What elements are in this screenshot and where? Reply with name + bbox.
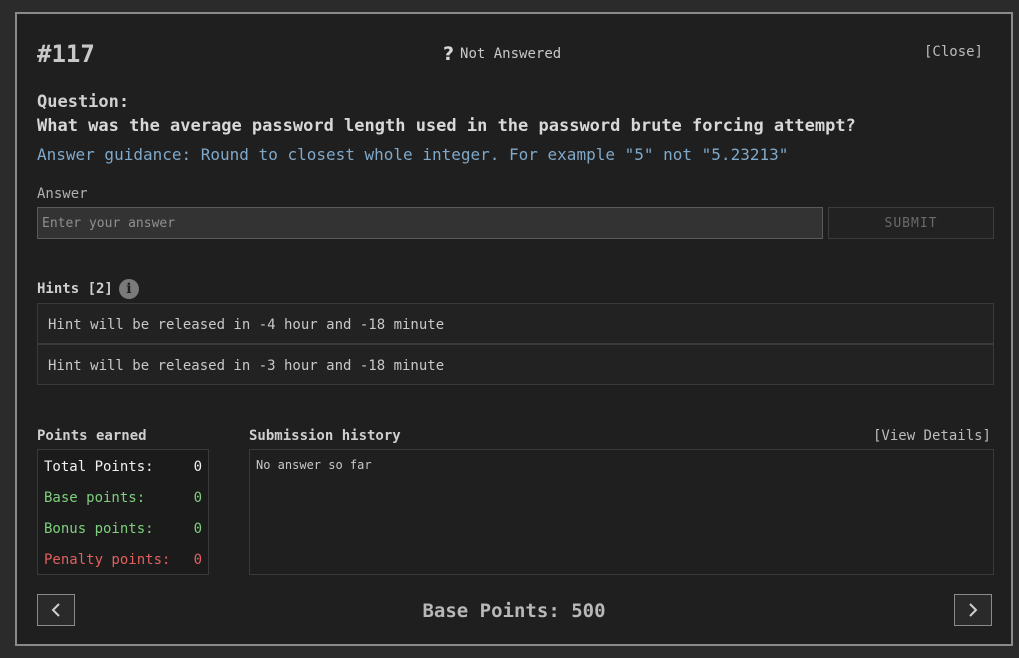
next-question-button[interactable] <box>954 594 992 626</box>
question-text: What was the average password length use… <box>37 116 856 136</box>
question-id: #117 <box>37 40 95 68</box>
base-points-row: Base points: 0 <box>44 490 202 506</box>
base-points-display: Base Points: 500 <box>422 600 606 622</box>
submission-history-panel: No answer so far <box>249 449 994 575</box>
chevron-right-icon <box>969 603 978 617</box>
penalty-points-row: Penalty points: 0 <box>44 552 202 568</box>
answer-label: Answer <box>37 186 88 202</box>
base-points-value: 0 <box>193 490 202 506</box>
points-earned-panel: Total Points: 0 Base points: 0 Bonus poi… <box>37 449 209 575</box>
submission-history-empty: No answer so far <box>256 458 372 472</box>
bonus-points-value: 0 <box>193 521 202 537</box>
view-details-link[interactable]: [View Details] <box>873 428 991 444</box>
info-icon[interactable]: i <box>118 279 139 299</box>
answer-guidance: Answer guidance: Round to closest whole … <box>37 145 789 164</box>
bonus-points-row: Bonus points: 0 <box>44 521 202 537</box>
question-label: Question: <box>37 92 130 112</box>
penalty-points-value: 0 <box>193 552 202 568</box>
hints-header: Hints [2] i <box>37 279 139 299</box>
submission-history-title: Submission history <box>249 428 401 444</box>
close-button[interactable]: [Close] <box>924 44 983 60</box>
status-text: Not Answered <box>460 46 562 62</box>
submit-button[interactable]: SUBMIT <box>828 207 994 239</box>
base-points-label: Base points: <box>44 490 146 506</box>
total-points-label: Total Points: <box>44 459 154 475</box>
answer-input[interactable] <box>37 207 823 239</box>
answer-status: ? Not Answered <box>443 43 561 65</box>
hint-item[interactable]: Hint will be released in -4 hour and -18… <box>37 303 994 344</box>
total-points-row: Total Points: 0 <box>44 459 202 475</box>
points-earned-title: Points earned <box>37 428 147 444</box>
hints-title: Hints [2] <box>37 281 113 297</box>
question-mark-icon: ? <box>443 43 455 65</box>
question-modal: #117 ? Not Answered [Close] Question: Wh… <box>15 12 1013 646</box>
penalty-points-label: Penalty points: <box>44 552 171 568</box>
hint-item[interactable]: Hint will be released in -3 hour and -18… <box>37 344 994 385</box>
total-points-value: 0 <box>193 459 202 475</box>
bonus-points-label: Bonus points: <box>44 521 154 537</box>
